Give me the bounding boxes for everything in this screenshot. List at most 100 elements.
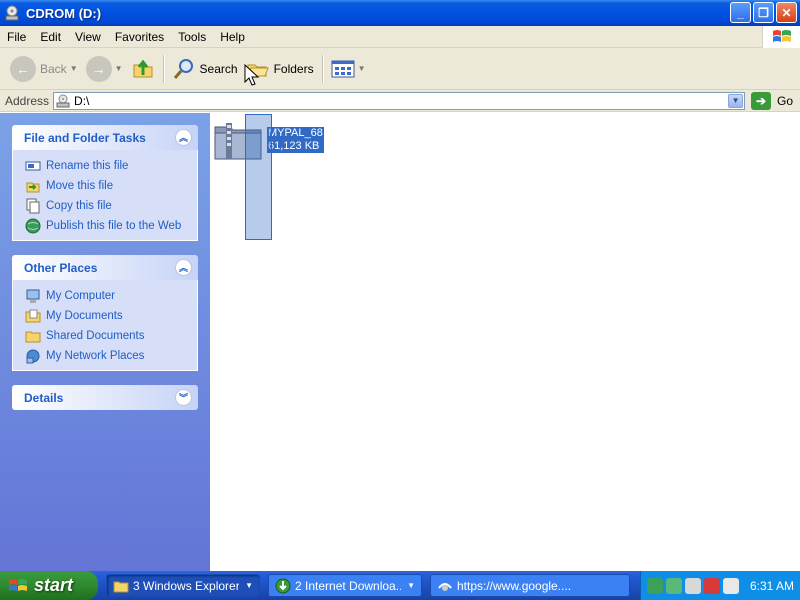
file-list-area[interactable]: MYPAL_68 61,123 KB xyxy=(210,113,800,571)
group-dropdown-icon: ▼ xyxy=(245,581,253,590)
forward-button[interactable]: → ▼ xyxy=(82,52,127,86)
shield-tray-icon[interactable] xyxy=(704,577,720,594)
place-my-documents[interactable]: My Documents xyxy=(25,306,189,326)
start-button[interactable]: start xyxy=(0,571,98,600)
back-arrow-icon: ← xyxy=(10,55,36,82)
download-tray-icon[interactable] xyxy=(666,577,682,594)
collapse-icon[interactable]: ︽ xyxy=(175,129,192,146)
tool-tray-icon[interactable] xyxy=(723,577,739,594)
task-publish[interactable]: Publish this file to the Web xyxy=(25,216,189,236)
my-documents-icon xyxy=(25,309,41,323)
menu-view[interactable]: View xyxy=(68,30,108,44)
go-button[interactable]: ➔ Go xyxy=(751,91,794,110)
back-dropdown-icon[interactable]: ▼ xyxy=(70,64,78,73)
taskbar-button-label: https://www.google.... xyxy=(457,578,572,593)
address-value: D:\ xyxy=(74,93,90,108)
system-tray: 6:31 AM xyxy=(640,571,800,600)
browser-icon xyxy=(438,582,452,591)
selection-rectangle xyxy=(245,114,272,240)
task-move[interactable]: Move this file xyxy=(25,176,189,196)
search-button[interactable]: Search xyxy=(168,52,242,86)
shared-folder-icon xyxy=(25,331,41,343)
globe-icon xyxy=(25,218,41,234)
address-label: Address xyxy=(5,93,50,108)
place-my-network-places[interactable]: My Network Places xyxy=(25,346,189,366)
window-title: CDROM (D:) xyxy=(26,5,102,21)
menu-help[interactable]: Help xyxy=(213,30,252,44)
back-button[interactable]: ← Back ▼ xyxy=(6,52,82,86)
task-label: Publish this file to the Web xyxy=(46,220,182,232)
task-copy[interactable]: Copy this file xyxy=(25,196,189,216)
panel-title: Details xyxy=(24,390,64,405)
start-label: start xyxy=(34,575,74,595)
up-button[interactable] xyxy=(127,52,159,86)
address-input[interactable]: D:\ ▼ xyxy=(53,91,746,110)
taskbar-button-internet-download[interactable]: 2 Internet Downloa... ▼ xyxy=(268,574,422,597)
menu-favorites[interactable]: Favorites xyxy=(108,30,171,44)
toolbar-separator xyxy=(321,54,323,83)
place-label: My Computer xyxy=(46,290,116,302)
file-label: MYPAL_68 61,123 KB xyxy=(267,127,324,153)
menu-edit[interactable]: Edit xyxy=(33,30,68,44)
other-places-panel: Other Places ︽ My Computer My Documents … xyxy=(12,255,198,371)
cd-drive-icon xyxy=(5,5,19,21)
taskbar-button-windows-explorer[interactable]: 3 Windows Explorer ▼ xyxy=(106,574,260,597)
place-label: Shared Documents xyxy=(46,330,145,342)
menu-file[interactable]: File xyxy=(0,30,33,44)
download-icon xyxy=(275,578,291,593)
other-places-header[interactable]: Other Places ︽ xyxy=(12,255,198,280)
taskbar: start 3 Windows Explorer ▼ 2 Internet Do… xyxy=(0,571,800,600)
forward-dropdown-icon[interactable]: ▼ xyxy=(115,64,123,73)
address-bar: Address D:\ ▼ ➔ Go xyxy=(0,90,800,112)
address-dropdown-icon[interactable]: ▼ xyxy=(728,93,744,108)
go-label: Go xyxy=(777,93,794,108)
cd-drive-icon xyxy=(56,94,70,107)
place-my-computer[interactable]: My Computer xyxy=(25,286,189,306)
security-tray-icon[interactable] xyxy=(685,577,701,594)
expand-icon[interactable]: ︾ xyxy=(175,389,192,406)
title-bar[interactable]: CDROM (D:) _ ❐ ✕ xyxy=(0,0,800,26)
views-icon xyxy=(331,60,355,77)
collapse-icon[interactable]: ︽ xyxy=(175,259,192,276)
windows-flag-icon xyxy=(9,578,27,591)
file-folder-tasks-panel: File and Folder Tasks ︽ Rename this file… xyxy=(12,125,198,241)
search-label: Search xyxy=(199,61,238,76)
details-panel: Details ︾ xyxy=(12,385,198,410)
task-label: Move this file xyxy=(46,180,114,192)
taskbar-button-label: 2 Internet Downloa... xyxy=(295,578,402,593)
taskbar-button-label: 3 Windows Explorer xyxy=(133,578,240,593)
toolbar: ← Back ▼ → ▼ Search Folders ▼ xyxy=(0,48,800,90)
panel-title: File and Folder Tasks xyxy=(24,130,146,145)
my-computer-icon xyxy=(26,289,40,303)
forward-arrow-icon: → xyxy=(85,55,112,82)
network-tray-icon[interactable] xyxy=(647,577,663,594)
file-folder-tasks-header[interactable]: File and Folder Tasks ︽ xyxy=(12,125,198,150)
go-arrow-icon: ➔ xyxy=(751,91,772,110)
menu-bar: File Edit View Favorites Tools Help xyxy=(0,26,800,48)
menu-tools[interactable]: Tools xyxy=(171,30,213,44)
place-label: My Network Places xyxy=(46,350,145,362)
maximize-button[interactable]: ❐ xyxy=(753,2,774,23)
windows-logo-icon xyxy=(762,26,800,48)
network-icon xyxy=(26,349,40,364)
group-dropdown-icon: ▼ xyxy=(407,581,415,590)
search-icon xyxy=(173,58,193,79)
minimize-button[interactable]: _ xyxy=(730,2,751,23)
place-shared-documents[interactable]: Shared Documents xyxy=(25,326,189,346)
views-dropdown-icon[interactable]: ▼ xyxy=(358,64,366,73)
task-rename[interactable]: Rename this file xyxy=(25,156,189,176)
place-label: My Documents xyxy=(46,310,123,322)
close-button[interactable]: ✕ xyxy=(776,2,797,23)
task-label: Copy this file xyxy=(46,200,112,212)
views-button[interactable]: ▼ xyxy=(327,52,370,86)
back-label: Back xyxy=(40,61,67,76)
taskbar-button-browser[interactable]: https://www.google.... xyxy=(430,574,630,597)
move-icon xyxy=(26,182,40,193)
toolbar-separator xyxy=(162,54,164,83)
task-pane: File and Folder Tasks ︽ Rename this file… xyxy=(0,113,210,571)
clock[interactable]: 6:31 AM xyxy=(750,579,794,593)
mouse-cursor-icon xyxy=(244,64,260,86)
task-label: Rename this file xyxy=(46,160,129,172)
details-header[interactable]: Details ︾ xyxy=(12,385,198,410)
folders-label: Folders xyxy=(273,61,314,76)
